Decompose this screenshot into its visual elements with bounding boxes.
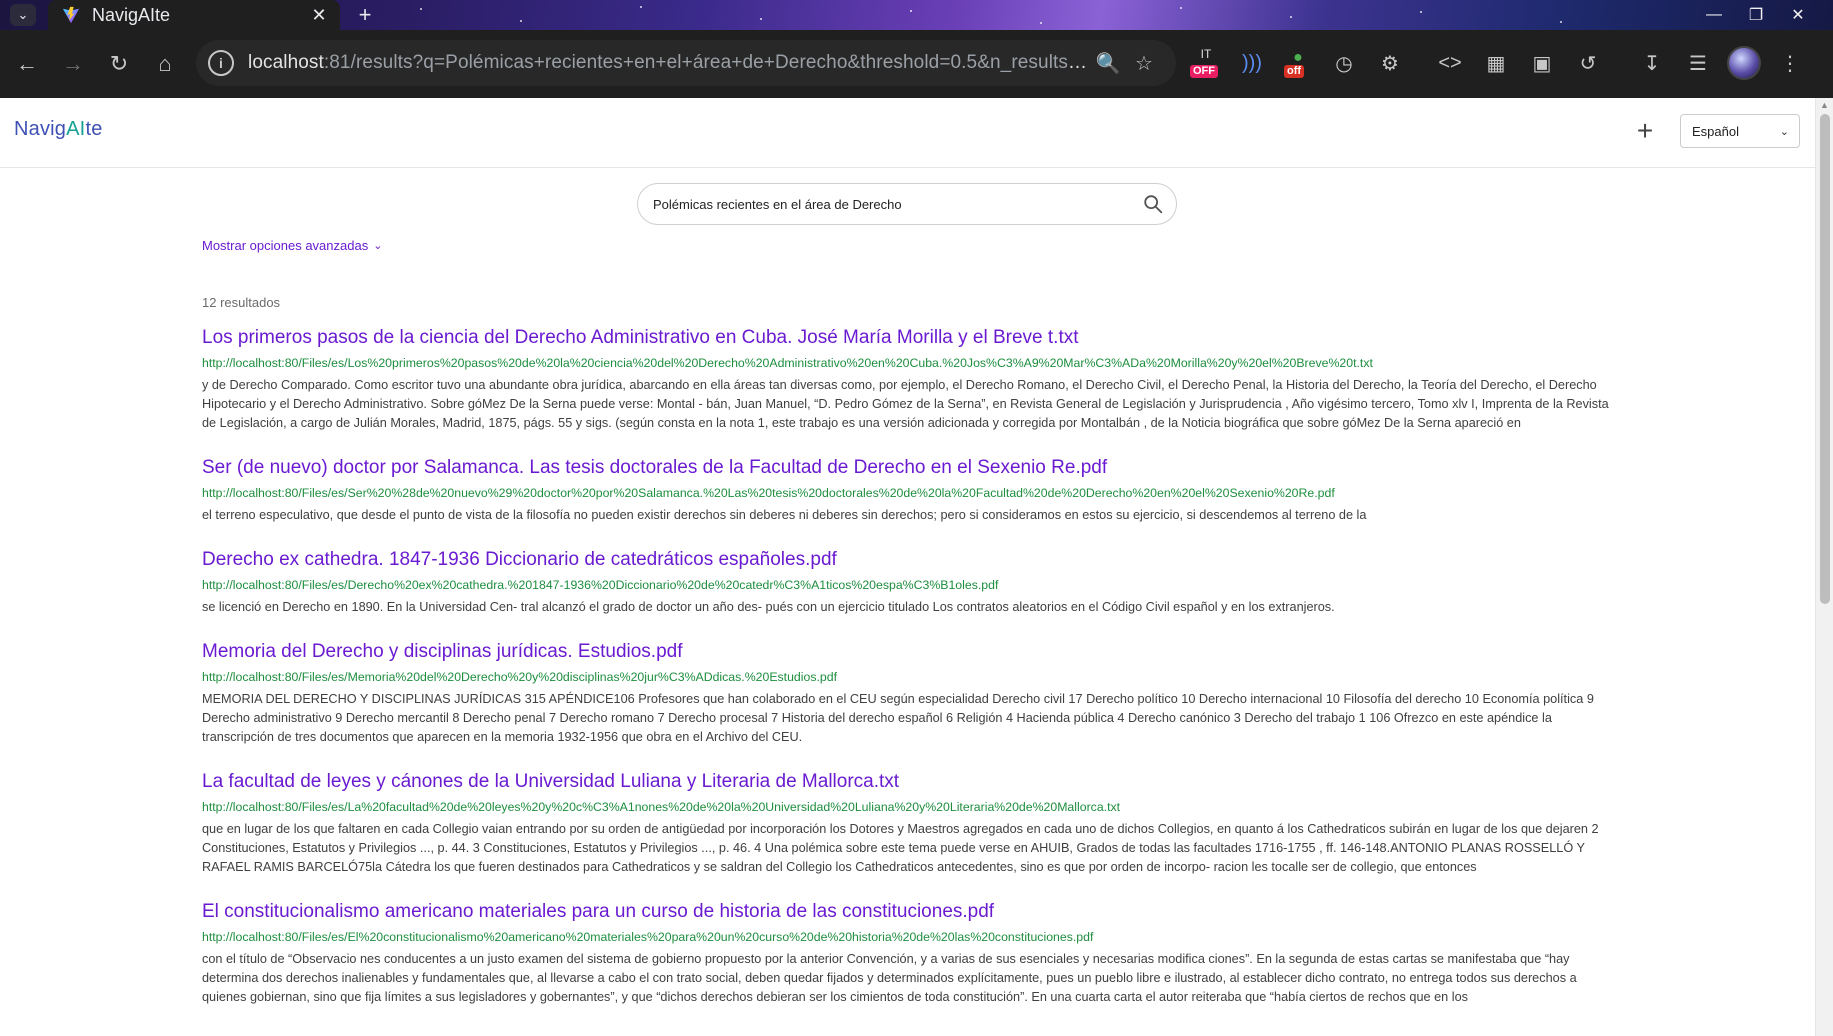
browser-menu-icon[interactable]: ⋮ bbox=[1772, 45, 1808, 81]
background-star bbox=[1040, 22, 1042, 24]
background-star bbox=[1180, 7, 1182, 9]
chevron-down-icon: ⌄ bbox=[373, 240, 383, 252]
url-path: :81/results?q=Polémicas+recientes+en+el+… bbox=[323, 52, 1090, 73]
screenshot-icon[interactable]: ▣ bbox=[1524, 45, 1560, 81]
history-icon[interactable]: ↺ bbox=[1570, 45, 1606, 81]
browser-toolbar: ← → ↻ ⌂ i localhost:81/results?q=Polémic… bbox=[0, 30, 1833, 98]
sidebar-layout-icon[interactable]: ▦ bbox=[1478, 45, 1514, 81]
extension-1-icon[interactable]: IT OFF bbox=[1188, 45, 1224, 81]
results-list: Los primeros pasos de la ciencia del Der… bbox=[202, 327, 1614, 1007]
app-logo[interactable]: NavigAIte bbox=[14, 118, 103, 141]
extension-wifi-icon[interactable]: ))) bbox=[1234, 45, 1270, 81]
background-star bbox=[1420, 11, 1422, 13]
plus-icon: + bbox=[1636, 115, 1654, 146]
tab-title: NavigAIte bbox=[92, 4, 171, 25]
background-star bbox=[1560, 21, 1562, 23]
result-title-link[interactable]: Los primeros pasos de la ciencia del Der… bbox=[202, 327, 1614, 349]
add-button[interactable]: + bbox=[1630, 115, 1660, 146]
result-title-link[interactable]: La facultad de leyes y cánones de la Uni… bbox=[202, 771, 1614, 793]
zoom-icon[interactable]: 🔍 bbox=[1090, 51, 1126, 76]
result-snippet: se licenció en Derecho en 1890. En la Un… bbox=[202, 600, 1335, 614]
back-icon[interactable]: ← bbox=[10, 47, 44, 81]
chevron-down-icon: ⌄ bbox=[1779, 125, 1789, 138]
page: NavigAIte + Español ⌄ Mostrar opciones a… bbox=[0, 98, 1815, 1036]
results-count: 12 resultados bbox=[202, 295, 281, 310]
download-icon[interactable]: ↧ bbox=[1634, 45, 1670, 81]
nav-buttons: ← → ↻ ⌂ bbox=[10, 47, 182, 81]
close-window-icon[interactable]: ✕ bbox=[1777, 2, 1819, 28]
restore-icon[interactable]: ❐ bbox=[1735, 2, 1777, 28]
avatar bbox=[1727, 46, 1761, 80]
plus-icon: + bbox=[358, 2, 372, 27]
result-title-link[interactable]: Derecho ex cathedra. 1847-1936 Diccionar… bbox=[202, 549, 1614, 571]
logo-text-part: AI bbox=[66, 118, 86, 140]
logo-text-part: Navig bbox=[14, 118, 67, 140]
page-scrollbar[interactable]: ▲ bbox=[1815, 98, 1833, 1036]
logo-text-part: te bbox=[85, 118, 103, 140]
language-select[interactable]: Español ⌄ bbox=[1680, 114, 1800, 148]
search-input[interactable] bbox=[653, 196, 1142, 212]
site-info-icon[interactable]: i bbox=[208, 50, 234, 76]
browser-tab-active[interactable]: NavigAIte ✕ bbox=[48, 0, 340, 30]
result-item: Derecho ex cathedra. 1847-1936 Diccionar… bbox=[202, 549, 1614, 617]
new-tab-button[interactable]: + bbox=[352, 3, 378, 27]
profile-avatar[interactable] bbox=[1726, 45, 1762, 81]
advanced-options-label: Mostrar opciones avanzadas bbox=[202, 238, 369, 253]
result-snippet: con el título de “Observacio nes conduce… bbox=[202, 952, 1577, 1004]
bookmark-star-icon[interactable]: ☆ bbox=[1126, 51, 1162, 76]
background-star bbox=[1290, 16, 1292, 18]
result-title-link[interactable]: Ser (de nuevo) doctor por Salamanca. Las… bbox=[202, 457, 1614, 479]
home-icon[interactable]: ⌂ bbox=[148, 47, 182, 81]
extensions-puzzle-icon[interactable]: ⚙ bbox=[1372, 45, 1408, 81]
result-url[interactable]: http://localhost:80/Files/es/La%20facult… bbox=[202, 799, 1614, 815]
result-url[interactable]: http://localhost:80/Files/es/El%20consti… bbox=[202, 929, 1614, 945]
result-item: Memoria del Derecho y disciplinas jurídi… bbox=[202, 641, 1614, 747]
app-header: NavigAIte + Español ⌄ bbox=[0, 98, 1815, 168]
url-text[interactable]: localhost:81/results?q=Polémicas+recient… bbox=[248, 52, 1090, 74]
tab-search-button[interactable]: ⌄ bbox=[10, 4, 36, 26]
scrollbar-thumb[interactable] bbox=[1820, 114, 1830, 604]
result-item: Ser (de nuevo) doctor por Salamanca. Las… bbox=[202, 457, 1614, 525]
result-snippet: MEMORIA DEL DERECHO Y DISCIPLINAS JURÍDI… bbox=[202, 692, 1594, 744]
advanced-options-toggle[interactable]: Mostrar opciones avanzadas ⌄ bbox=[202, 238, 382, 253]
chevron-down-icon: ⌄ bbox=[17, 7, 29, 22]
extension-off-badge: OFF bbox=[1190, 65, 1218, 78]
search-icon[interactable] bbox=[1142, 193, 1164, 215]
extension-2-icon[interactable]: ● off bbox=[1280, 45, 1316, 81]
browser-tab-strip: ⌄ NavigAIte ✕ + — ❐ ✕ bbox=[0, 0, 1833, 30]
background-star bbox=[520, 20, 522, 22]
vite-logo-icon bbox=[62, 6, 80, 24]
background-star bbox=[910, 10, 912, 12]
scroll-up-arrow-icon[interactable]: ▲ bbox=[1820, 100, 1829, 110]
reload-icon[interactable]: ↻ bbox=[102, 47, 136, 81]
result-url[interactable]: http://localhost:80/Files/es/Derecho%20e… bbox=[202, 577, 1614, 593]
forward-icon[interactable]: → bbox=[56, 47, 90, 81]
result-snippet: y de Derecho Comparado. Como escritor tu… bbox=[202, 378, 1609, 430]
window-controls: — ❐ ✕ bbox=[1693, 2, 1819, 28]
language-select-value: Español bbox=[1692, 123, 1739, 139]
result-title-link[interactable]: Memoria del Derecho y disciplinas jurídi… bbox=[202, 641, 1614, 663]
url-host: localhost bbox=[248, 52, 324, 73]
result-url[interactable]: http://localhost:80/Files/es/Memoria%20d… bbox=[202, 669, 1614, 685]
result-url[interactable]: http://localhost:80/Files/es/Ser%20%28de… bbox=[202, 485, 1614, 501]
extension-off-badge: off bbox=[1284, 65, 1305, 78]
background-star bbox=[640, 6, 642, 8]
result-snippet: que en lugar de los que faltaren en cada… bbox=[202, 822, 1599, 874]
extensions-area: IT OFF ))) ● off ◷ ⚙ <> ▦ ▣ ↺ ↧ ☰ ⋮ bbox=[1188, 40, 1808, 86]
result-snippet: el terreno especulativo, que desde el pu… bbox=[202, 508, 1367, 522]
background-star bbox=[420, 8, 422, 10]
extension-clock-icon[interactable]: ◷ bbox=[1326, 45, 1362, 81]
background-star bbox=[760, 18, 762, 20]
result-item: La facultad de leyes y cánones de la Uni… bbox=[202, 771, 1614, 877]
tab-close-icon[interactable]: ✕ bbox=[308, 5, 330, 26]
minimize-icon[interactable]: — bbox=[1693, 2, 1735, 28]
result-title-link[interactable]: El constitucionalismo americano material… bbox=[202, 901, 1614, 923]
result-item: El constitucionalismo americano material… bbox=[202, 901, 1614, 1007]
result-url[interactable]: http://localhost:80/Files/es/Los%20prime… bbox=[202, 355, 1614, 371]
code-icon[interactable]: <> bbox=[1432, 45, 1468, 81]
result-item: Los primeros pasos de la ciencia del Der… bbox=[202, 327, 1614, 433]
address-bar[interactable]: i localhost:81/results?q=Polémicas+recie… bbox=[196, 40, 1176, 86]
search-box bbox=[637, 183, 1177, 225]
media-queue-icon[interactable]: ☰ bbox=[1680, 45, 1716, 81]
